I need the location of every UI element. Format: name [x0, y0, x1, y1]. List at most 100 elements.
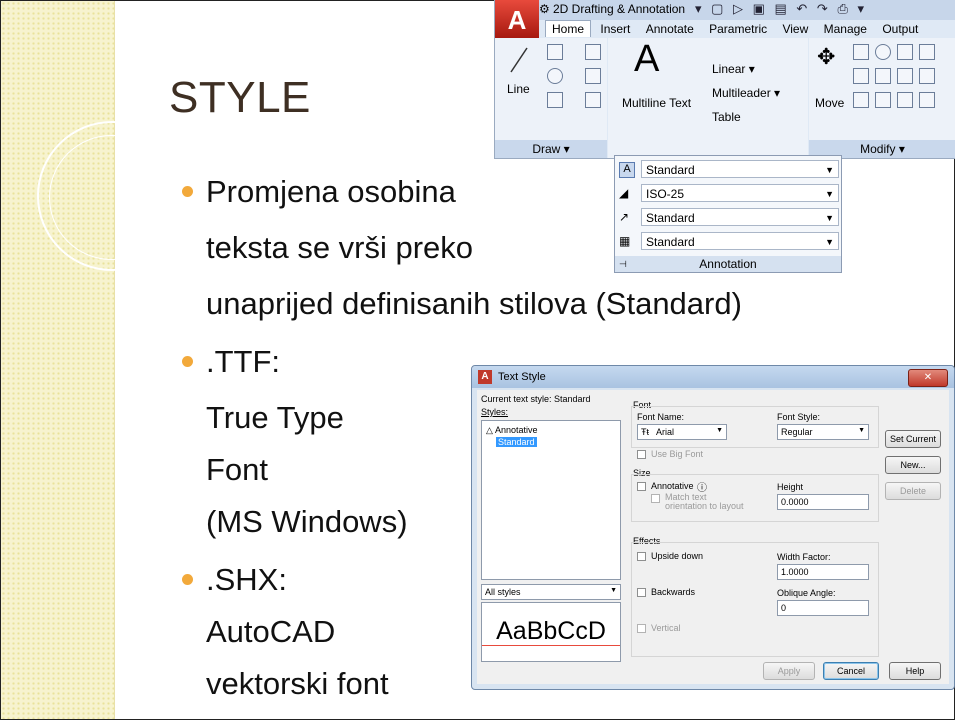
multiline-text-icon[interactable]: A: [634, 38, 659, 81]
autocad-ribbon: 2D Drafting & Annotation ⚙ ▾ ▢ ▷ ▣ ▤ ↶ ↷…: [494, 0, 955, 159]
font-style-label: Font Style:: [777, 412, 821, 422]
rotate-icon[interactable]: [875, 44, 891, 60]
width-factor-input[interactable]: 1.0000: [777, 564, 869, 580]
font-style-select[interactable]: Regular ▼: [777, 424, 869, 440]
cancel-button[interactable]: Cancel: [823, 662, 879, 680]
bullet-1-line-1: Promjena osobina: [206, 174, 456, 209]
chevron-down-icon: ▼: [716, 427, 723, 434]
multiline-text-button[interactable]: Multiline Text: [622, 96, 691, 110]
tab-manage[interactable]: Manage: [818, 21, 873, 37]
multileader-style-icon: ↗: [619, 210, 630, 224]
font-name-value: Arial: [656, 427, 675, 437]
ribbon-tabs: Home Insert Annotate Parametric View Man…: [545, 20, 924, 38]
baseline-line: [482, 645, 620, 646]
backwards-checkbox[interactable]: [637, 588, 646, 597]
tab-view[interactable]: View: [776, 21, 814, 37]
use-big-font-checkbox[interactable]: [637, 450, 646, 459]
dimension-style-select[interactable]: ISO-25 ▼: [641, 184, 839, 202]
table-style-icon: ▦: [619, 234, 631, 248]
current-style-text: Current text style: Standard: [481, 394, 591, 404]
annotative-checkbox[interactable]: [637, 482, 646, 491]
oblique-angle-input[interactable]: 0: [777, 600, 869, 616]
array-icon[interactable]: [919, 44, 935, 60]
linear-dimension-button[interactable]: Linear ▾: [712, 62, 755, 76]
delete-button[interactable]: Delete: [885, 482, 941, 500]
text-style-dialog: A Text Style ✕ Current text style: Stand…: [471, 365, 955, 690]
hatch-icon[interactable]: [585, 92, 601, 108]
text-style-select[interactable]: Standard ▼: [641, 160, 839, 178]
circle-icon[interactable]: [547, 68, 563, 84]
offset-icon[interactable]: [875, 92, 891, 108]
help-button[interactable]: Help: [889, 662, 941, 680]
tab-annotate[interactable]: Annotate: [640, 21, 700, 37]
vertical-label: Vertical: [651, 623, 681, 633]
dialog-titlebar: A Text Style ✕: [472, 366, 954, 388]
styles-filter-select[interactable]: All styles ▼: [481, 584, 621, 600]
oblique-angle-label: Oblique Angle:: [777, 588, 836, 598]
move-icon[interactable]: ✥: [817, 44, 835, 70]
slide-title: STYLE: [169, 73, 311, 122]
table-button[interactable]: Table: [712, 110, 741, 124]
height-value: 0.0000: [781, 497, 809, 507]
dimension-style-value: ISO-25: [646, 187, 685, 201]
move-button[interactable]: Move: [815, 96, 844, 110]
bullet-1-line-3: unaprijed definisanih stilova (Standard): [206, 286, 742, 321]
quick-access-icons[interactable]: ▾ ▢ ▷ ▣ ▤ ↶ ↷ ⎙ ▾: [695, 1, 867, 17]
table-style-value: Standard: [646, 235, 695, 249]
style-item-standard[interactable]: Standard: [496, 437, 537, 447]
draw-panel-label[interactable]: Draw ▾: [495, 140, 607, 158]
multileader-style-select[interactable]: Standard ▼: [641, 208, 839, 226]
new-button[interactable]: New...: [885, 456, 941, 474]
trim-icon[interactable]: [897, 44, 913, 60]
chamfer-icon[interactable]: [919, 92, 935, 108]
line-button[interactable]: Line: [507, 82, 530, 96]
chevron-down-icon: ▼: [858, 427, 865, 434]
mirror-icon[interactable]: [897, 68, 913, 84]
tab-insert[interactable]: Insert: [594, 21, 636, 37]
autocad-logo-icon[interactable]: A: [495, 0, 539, 40]
table-style-row: ▦ Standard ▼: [619, 232, 839, 252]
workspace-switcher[interactable]: 2D Drafting & Annotation: [553, 2, 685, 16]
pin-icon[interactable]: ⊣: [619, 259, 627, 270]
bullet-dot: [182, 574, 193, 585]
width-factor-label: Width Factor:: [777, 552, 831, 562]
tab-parametric[interactable]: Parametric: [703, 21, 773, 37]
bullet-2-line-4: (MS Windows): [206, 504, 408, 539]
arc-icon[interactable]: [547, 92, 563, 108]
fillet-icon[interactable]: [585, 44, 601, 60]
polyline-icon[interactable]: [547, 44, 563, 60]
bullet-3-line-1: .SHX:: [206, 562, 287, 597]
preview-text: AaBbCcD: [496, 617, 606, 645]
rectangle-icon[interactable]: [585, 68, 601, 84]
scale-icon[interactable]: [875, 68, 891, 84]
upside-down-checkbox[interactable]: [637, 552, 646, 561]
tab-output[interactable]: Output: [876, 21, 924, 37]
copy-icon[interactable]: [853, 44, 869, 60]
break-icon[interactable]: [919, 68, 935, 84]
backwards-label: Backwards: [651, 587, 696, 597]
explode-icon[interactable]: [897, 92, 913, 108]
width-factor-value: 1.0000: [781, 567, 809, 577]
annotation-panel-label[interactable]: Annotation: [615, 256, 841, 272]
modify-panel: ✥ Move Modify ▾: [809, 38, 955, 158]
gear-icon[interactable]: ⚙: [539, 2, 550, 16]
erase-icon[interactable]: [853, 92, 869, 108]
style-item-annotative[interactable]: △ Annotative: [486, 425, 537, 436]
annotative-label: Annotative: [651, 481, 694, 491]
preview-box: AaBbCcD: [481, 602, 621, 662]
multileader-style-value: Standard: [646, 211, 695, 225]
close-button[interactable]: ✕: [908, 369, 948, 387]
apply-button[interactable]: Apply: [763, 662, 815, 680]
styles-list[interactable]: △ Annotative Standard: [481, 420, 621, 580]
tab-home[interactable]: Home: [545, 20, 592, 37]
font-name-select[interactable]: Ŧŧ Arial ▼: [637, 424, 727, 440]
table-style-select[interactable]: Standard ▼: [641, 232, 839, 250]
set-current-button[interactable]: Set Current: [885, 430, 941, 448]
line-icon[interactable]: [509, 46, 529, 74]
multileader-button[interactable]: Multileader ▾: [712, 86, 780, 100]
annotation-styles-dropdown: A Standard ▼ ◢ ISO-25 ▼ ↗ Standard ▼ ▦ Stan…: [614, 155, 842, 273]
vertical-checkbox[interactable]: [637, 624, 646, 633]
match-orientation-checkbox[interactable]: [651, 494, 660, 503]
stretch-icon[interactable]: [853, 68, 869, 84]
height-input[interactable]: 0.0000: [777, 494, 869, 510]
